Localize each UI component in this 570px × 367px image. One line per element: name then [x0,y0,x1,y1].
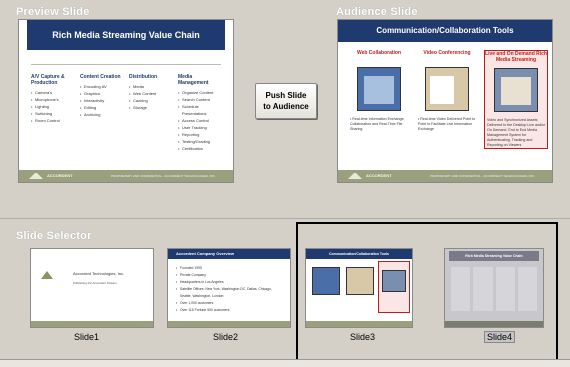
footer-logo-text: ACCORDENT [366,173,392,178]
audience-pane-title: Audience Slide [336,6,418,18]
list-item: Interactivity [80,97,123,104]
column-heading: Content Creation [80,74,121,80]
slide-footer: ACCORDENT PROPRIETARY AND CONFIDENTIAL -… [338,170,552,182]
accordent-logo-icon [41,271,53,281]
column-description: • Real-time Information Exchange, Collab… [350,117,405,131]
list-item: Search Content [178,96,221,103]
highlight-column [378,261,410,313]
divider [31,64,221,65]
slide4-columns [451,267,537,311]
list-item: Encoding AV [80,83,123,90]
list-item: Reporting [178,131,221,138]
slide-footer: ACCORDENT PROPRIETARY AND CONFIDENTIAL -… [19,170,233,182]
list-item: Web Content [129,90,172,97]
preview-pane-title: Preview Slide [16,6,90,18]
list-item: Media [129,83,172,90]
audience-slide-title: Communication/Collaboration Tools [338,20,552,42]
column-content-creation: Content Creation Encoding AV Graphics In… [80,74,123,152]
list-item: Lighting [31,103,74,110]
list-item: Testing/Grading [178,138,221,145]
list-item: Editing [80,104,123,111]
column-description: Video and Synchronized Assets Delivered … [487,118,546,147]
screenshot-thumbnail [312,267,340,295]
video-thumbnail [346,267,374,295]
slide-footer [306,321,412,327]
column-heading: Media Management [178,74,209,86]
slide-footer [445,321,543,327]
video-thumbnail [425,67,469,111]
list-item: Caching [129,97,172,104]
list-item: Access Control [178,117,221,124]
column-distribution: Distribution Media Web Content Caching S… [129,74,172,152]
list-item: Archiving [80,111,123,118]
slide-thumbnail-1[interactable]: Accordent Technologies, Inc. Publishing … [30,248,154,328]
list-item: Microphone's [31,96,74,103]
column-rich-media: Live and On Demand Rich Media Streaming … [484,50,548,149]
selector-pane-title: Slide Selector [16,230,92,242]
accordent-logo-icon [348,173,362,179]
list-item: Over 1,000 customers [176,300,284,307]
column-media-management: Media Management Organize Content Search… [178,74,221,152]
list-item: Satellite Offices: New York, Washington … [176,286,284,300]
list-item: Headquarters in Los Angeles [176,279,284,286]
screenshot-thumbnail [357,67,401,111]
collaboration-columns: Web Collaboration • Real-time Informatio… [348,50,548,149]
list-item: Private Company [176,272,284,279]
slide-thumbnail-2[interactable]: Accordent Company Overview Founded 1995 … [167,248,291,328]
list-item: Switching [31,110,74,117]
slide-footer [168,321,290,327]
list-item: Graphics [80,90,123,97]
player-thumbnail [494,68,538,112]
slide-label-2[interactable]: Slide2 [213,332,238,342]
slide1-tagline: Publishing the Accordent Stream [73,281,117,285]
slide3-title: Communication/Collaboration Tools [306,249,412,259]
column-description: • Real-time Video Delivered Point to Poi… [418,117,476,131]
column-video-conferencing: Video Conferencing • Real-time Video Del… [416,50,478,149]
push-slide-label-line1: Push Slide [265,91,307,100]
slide-thumbnail-4[interactable]: Rich Media Streaming Value Chain [444,248,544,328]
slide2-title: Accordent Company Overview [168,249,290,259]
list-item: Over 115 Fortune 500 customers [176,307,284,314]
column-heading: Live and On Demand Rich Media Streaming [485,51,547,63]
selector-scrollbar[interactable] [0,359,570,367]
slide-thumbnail-3[interactable]: Communication/Collaboration Tools [305,248,413,328]
footer-logo-text: ACCORDENT [47,173,73,178]
column-heading: Distribution [129,74,158,80]
preview-slide: Rich Media Streaming Value Chain A/V Cap… [18,19,234,183]
audience-slide: Communication/Collaboration Tools Web Co… [337,19,553,183]
list-item: Certification [178,145,221,152]
list-item: Schedule Presentations [178,103,221,117]
slide2-bullets: Founded 1995 Private Company Headquarter… [176,265,284,314]
slide-label-4[interactable]: Slide4 [484,331,516,343]
slide-label-3[interactable]: Slide3 [350,332,375,342]
slide4-title: Rich Media Streaming Value Chain [449,251,539,261]
slide1-company: Accordent Technologies, Inc. [73,271,125,276]
list-item: Camera's [31,89,74,96]
list-item: Founded 1995 [176,265,284,272]
column-web-collaboration: Web Collaboration • Real-time Informatio… [348,50,410,149]
column-av-capture: A/V Capture & Production Camera's Microp… [31,74,74,152]
value-chain-columns: A/V Capture & Production Camera's Microp… [31,74,221,152]
push-slide-button[interactable]: Push Slide to Audience [255,83,317,119]
column-heading: Video Conferencing [423,50,471,56]
column-heading: Web Collaboration [356,50,402,56]
list-item: Room Control [31,117,74,124]
push-slide-label-line2: to Audience [263,102,309,111]
slide-footer [31,321,153,327]
slide-label-1[interactable]: Slide1 [74,332,99,342]
column-heading: A/V Capture & Production [31,74,65,86]
preview-slide-title: Rich Media Streaming Value Chain [27,20,225,50]
list-item: Organize Content [178,89,221,96]
list-item: Storage [129,104,172,111]
footer-copyright: PROPRIETARY AND CONFIDENTIAL - ACCORDENT… [430,174,535,178]
list-item: User Tracking [178,124,221,131]
footer-copyright: PROPRIETARY AND CONFIDENTIAL - ACCORDENT… [111,174,216,178]
pane-divider [0,218,570,219]
accordent-logo-icon [29,173,43,179]
